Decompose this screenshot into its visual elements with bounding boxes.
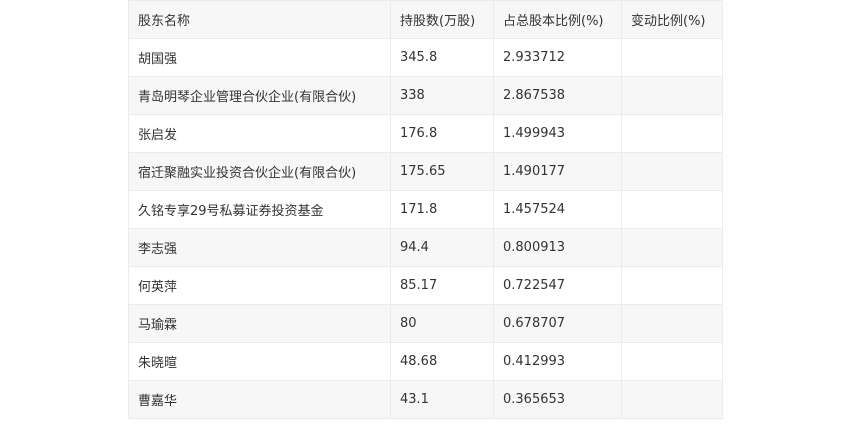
cell-change	[621, 266, 723, 305]
table-row: 何英萍 85.17 0.722547	[128, 266, 723, 305]
cell-shares: 345.8	[390, 38, 494, 77]
table-row: 张启发 176.8 1.499943	[128, 114, 723, 153]
cell-shares: 43.1	[390, 380, 494, 419]
cell-ratio: 1.490177	[493, 152, 622, 191]
cell-shareholder-name: 何英萍	[128, 266, 391, 305]
cell-change	[621, 380, 723, 419]
cell-shareholder-name: 久铭专享29号私募证券投资基金	[128, 190, 391, 229]
cell-ratio: 0.800913	[493, 228, 622, 267]
cell-shareholder-name: 青岛明琴企业管理合伙企业(有限合伙)	[128, 76, 391, 115]
cell-shares: 171.8	[390, 190, 494, 229]
cell-shares: 85.17	[390, 266, 494, 305]
table-row: 朱晓暄 48.68 0.412993	[128, 342, 723, 381]
cell-shareholder-name: 宿迁聚融实业投资合伙企业(有限合伙)	[128, 152, 391, 191]
cell-change	[621, 38, 723, 77]
table-row: 青岛明琴企业管理合伙企业(有限合伙) 338 2.867538	[128, 76, 723, 115]
cell-shareholder-name: 马瑜霖	[128, 304, 391, 343]
cell-shares: 176.8	[390, 114, 494, 153]
cell-ratio: 0.412993	[493, 342, 622, 381]
cell-shares: 94.4	[390, 228, 494, 267]
cell-change	[621, 304, 723, 343]
table-body: 胡国强 345.8 2.933712 青岛明琴企业管理合伙企业(有限合伙) 338 2.8…	[128, 38, 723, 419]
cell-change	[621, 152, 723, 191]
table-row: 李志强 94.4 0.800913	[128, 228, 723, 267]
cell-ratio: 1.499943	[493, 114, 622, 153]
table-header-row: 股东名称 持股数(万股) 占总股本比例(%) 变动比例(%)	[128, 0, 723, 39]
cell-change	[621, 228, 723, 267]
cell-change	[621, 342, 723, 381]
header-shareholder-name: 股东名称	[128, 0, 391, 39]
table-row: 久铭专享29号私募证券投资基金 171.8 1.457524	[128, 190, 723, 229]
cell-ratio: 2.933712	[493, 38, 622, 77]
cell-shareholder-name: 张启发	[128, 114, 391, 153]
cell-shareholder-name: 朱晓暄	[128, 342, 391, 381]
cell-shareholder-name: 曹嘉华	[128, 380, 391, 419]
header-change: 变动比例(%)	[621, 0, 723, 39]
cell-ratio: 0.365653	[493, 380, 622, 419]
cell-shares: 338	[390, 76, 494, 115]
cell-change	[621, 190, 723, 229]
table-row: 曹嘉华 43.1 0.365653	[128, 380, 723, 419]
cell-shares: 48.68	[390, 342, 494, 381]
cell-shareholder-name: 李志强	[128, 228, 391, 267]
table-row: 胡国强 345.8 2.933712	[128, 38, 723, 77]
cell-ratio: 1.457524	[493, 190, 622, 229]
cell-ratio: 2.867538	[493, 76, 622, 115]
cell-shareholder-name: 胡国强	[128, 38, 391, 77]
shareholder-table-container: 股东名称 持股数(万股) 占总股本比例(%) 变动比例(%) 胡国强 345.8 2…	[128, 0, 723, 419]
header-ratio: 占总股本比例(%)	[493, 0, 622, 39]
cell-ratio: 0.722547	[493, 266, 622, 305]
table-row: 马瑜霖 80 0.678707	[128, 304, 723, 343]
table-row: 宿迁聚融实业投资合伙企业(有限合伙) 175.65 1.490177	[128, 152, 723, 191]
cell-shares: 175.65	[390, 152, 494, 191]
header-shares: 持股数(万股)	[390, 0, 494, 39]
cell-change	[621, 114, 723, 153]
cell-ratio: 0.678707	[493, 304, 622, 343]
shareholder-table: 股东名称 持股数(万股) 占总股本比例(%) 变动比例(%) 胡国强 345.8 2…	[128, 0, 723, 419]
cell-change	[621, 76, 723, 115]
cell-shares: 80	[390, 304, 494, 343]
